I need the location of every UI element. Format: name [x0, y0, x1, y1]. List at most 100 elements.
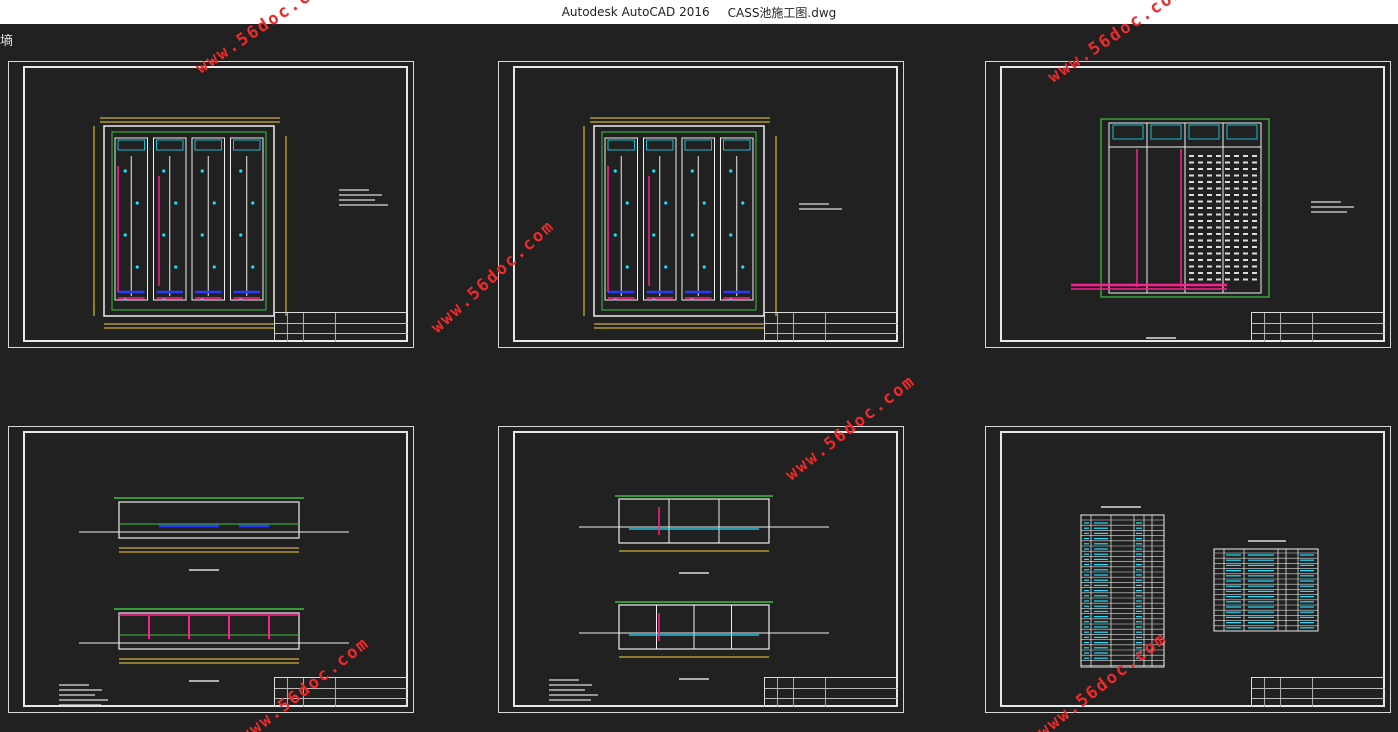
- cad-mark: [135, 265, 139, 269]
- cad-mark: [1252, 278, 1257, 281]
- cad-mark: [1216, 239, 1221, 242]
- cad-mark: [1198, 200, 1203, 203]
- cad-mark: [1189, 187, 1194, 190]
- cad-mark: [684, 139, 712, 151]
- sheet-plan[interactable]: [8, 61, 414, 348]
- cad-mark: [613, 169, 617, 173]
- cad-mark: [1225, 246, 1230, 248]
- cad-mark: [162, 169, 166, 173]
- cad-mark: [1216, 207, 1221, 209]
- cad-mark: [1189, 161, 1194, 164]
- cad-mark: [1243, 259, 1248, 261]
- cad-mark: [1225, 252, 1230, 255]
- cad-mark: [212, 201, 216, 205]
- cad-mark: [118, 612, 300, 650]
- cad-mark: [1243, 220, 1248, 222]
- cad-mark: [690, 233, 694, 237]
- cad-mark: [1216, 168, 1221, 170]
- cad-mark: [1189, 272, 1194, 274]
- window-title-bar: Autodesk AutoCAD 2016 CASS池施工图.dwg: [0, 0, 1398, 24]
- cad-mark: [1198, 239, 1203, 242]
- cad-mark: [1198, 213, 1203, 216]
- cad-mark: [1225, 259, 1230, 261]
- cad-mark: [1207, 161, 1212, 164]
- cad-mark: [625, 201, 629, 205]
- cad-mark: [1216, 155, 1221, 157]
- cad-mark: [1216, 265, 1221, 268]
- cad-mark: [1189, 246, 1194, 248]
- aeration-drawing: [1071, 118, 1354, 339]
- cad-mark: [1198, 278, 1203, 281]
- cad-mark: [1189, 259, 1194, 261]
- cad-mark: [1225, 174, 1230, 177]
- cad-mark: [1207, 187, 1212, 190]
- cad-mark: [1225, 207, 1230, 209]
- cad-mark: [1216, 213, 1221, 216]
- sheet-schedules[interactable]: [985, 426, 1391, 713]
- cad-mark: [1252, 181, 1257, 183]
- cad-mark: [111, 131, 267, 311]
- cad-mark: [117, 139, 145, 151]
- cad-mark: [1243, 213, 1248, 216]
- cad-mark: [1243, 181, 1248, 183]
- cad-mark: [1207, 200, 1212, 203]
- cad-mark: [1207, 181, 1212, 183]
- cad-mark: [1234, 174, 1239, 177]
- sheet-section-a-b[interactable]: [8, 426, 414, 713]
- cad-mark: [1243, 246, 1248, 248]
- cad-mark: [1189, 174, 1194, 177]
- cad-mark: [1207, 220, 1212, 222]
- schedule-tables: [1080, 506, 1319, 668]
- cad-mark: [1225, 272, 1230, 274]
- cad-mark: [1216, 200, 1221, 203]
- cad-mark: [1252, 161, 1257, 164]
- cad-mark: [162, 233, 166, 237]
- cad-mark: [1198, 259, 1203, 261]
- plan-inlet-drawing: [583, 117, 842, 329]
- cad-mark: [1198, 181, 1203, 183]
- cad-mark: [1189, 155, 1194, 157]
- cad-mark: [1234, 187, 1239, 190]
- cad-mark: [1243, 187, 1248, 190]
- cad-mark: [1189, 226, 1194, 229]
- cad-mark: [1225, 278, 1230, 281]
- cad-mark: [1216, 174, 1221, 177]
- toolbar-glyph[interactable]: 墒: [0, 30, 13, 49]
- cad-mark: [1225, 187, 1230, 190]
- cad-mark: [729, 169, 733, 173]
- cad-mark: [1207, 278, 1212, 281]
- cad-mark: [1216, 246, 1221, 248]
- cad-mark: [1216, 233, 1221, 235]
- cad-mark: [233, 139, 261, 151]
- cad-mark: [702, 265, 706, 269]
- title-block: [1251, 312, 1385, 342]
- sheet-plan-aeration[interactable]: [985, 61, 1391, 348]
- cad-mark: [1189, 220, 1194, 222]
- cad-mark: [1252, 168, 1257, 170]
- title-block: [1251, 677, 1385, 707]
- cad-mark: [1216, 272, 1221, 274]
- cad-mark: [1198, 187, 1203, 190]
- cad-mark: [1198, 168, 1203, 170]
- drawing-canvas[interactable]: 墒 www.56doc.com www.56doc.com www.56doc.…: [0, 0, 1398, 732]
- cad-mark: [1207, 226, 1212, 229]
- cad-mark: [251, 265, 255, 269]
- sheet-section-1-2[interactable]: [498, 426, 904, 713]
- cad-mark: [1234, 213, 1239, 216]
- sheet-plan-inlet[interactable]: [498, 61, 904, 348]
- cad-mark: [1252, 213, 1257, 216]
- cad-mark: [1207, 233, 1212, 235]
- section-drawing: [59, 497, 349, 706]
- cad-mark: [646, 139, 674, 151]
- cad-mark: [1189, 181, 1194, 183]
- cad-mark: [601, 131, 757, 311]
- cad-mark: [1207, 246, 1212, 248]
- title-block: [274, 677, 408, 707]
- cad-mark: [194, 139, 222, 151]
- cad-mark: [1234, 246, 1239, 248]
- cad-mark: [1080, 514, 1165, 668]
- cad-mark: [1207, 239, 1212, 242]
- cad-mark: [1243, 200, 1248, 203]
- cad-mark: [1216, 194, 1221, 196]
- title-block: [764, 312, 898, 342]
